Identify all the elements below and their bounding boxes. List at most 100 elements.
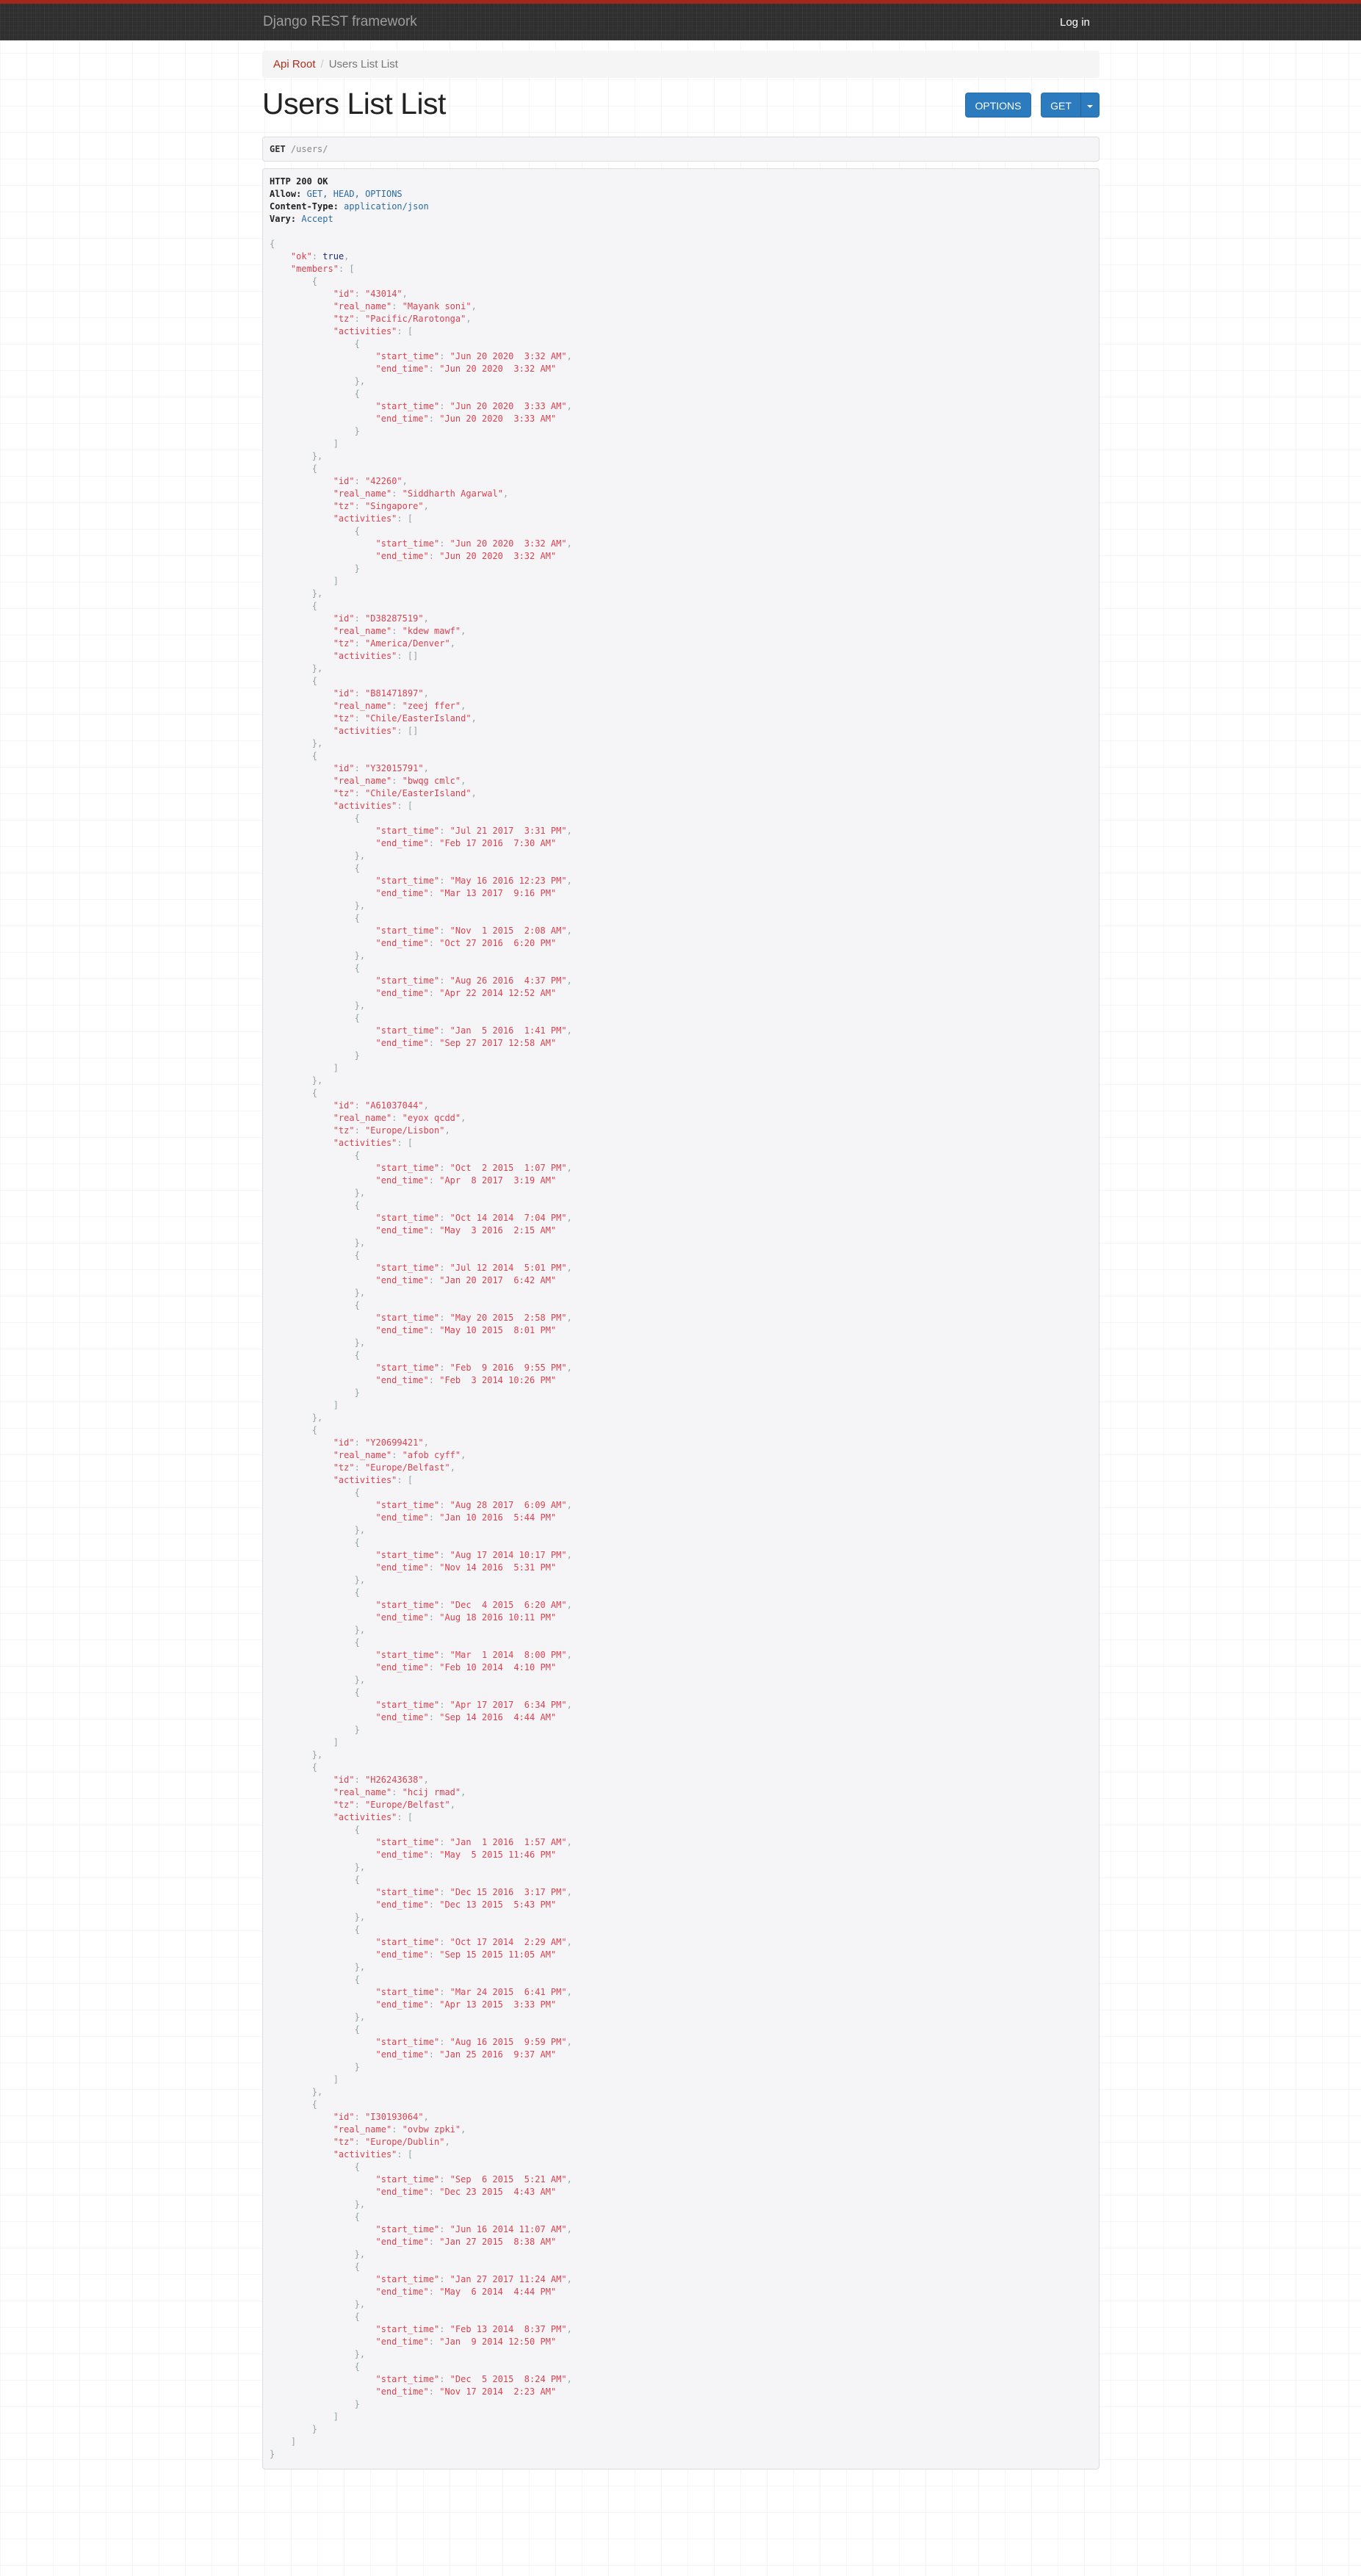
json-punctuation: ,: [566, 1213, 572, 1223]
json-punctuation: :: [428, 838, 440, 848]
json-string-value: "Jan 5 2016 1:41 PM": [450, 1025, 567, 1036]
json-punctuation: :: [428, 1375, 440, 1385]
json-string-text: hcij rmad: [407, 1787, 455, 1797]
json-punctuation: ,: [444, 2137, 450, 2147]
json-punctuation: ,: [359, 2012, 366, 2022]
json-punctuation: ,: [359, 1912, 366, 1922]
json-key: "id": [333, 2112, 355, 2122]
json-string-value: "Sep 15 2015 11:05 AM": [439, 1949, 557, 1960]
json-punctuation: [: [407, 1475, 414, 1485]
json-punctuation: }: [311, 2424, 318, 2434]
options-button[interactable]: OPTIONS: [965, 93, 1031, 118]
json-string-text: Nov 14 2016 5:31 PM: [444, 1562, 551, 1573]
json-punctuation: :: [391, 776, 402, 786]
json-key: "start_time": [375, 1550, 440, 1560]
json-punctuation: {: [354, 913, 360, 923]
json-punctuation: {: [354, 526, 360, 536]
json-string-text: Singapore: [370, 501, 419, 511]
json-string-text: Aug 28 2017 6:09 AM: [455, 1500, 562, 1510]
json-punctuation: :: [354, 476, 366, 486]
json-string-text: D38287519: [370, 613, 419, 624]
header-value: GET, HEAD, OPTIONS: [306, 189, 402, 199]
json-string-text: Aug 18 2016 10:11 PM: [444, 1612, 551, 1623]
json-key: "activities": [333, 1812, 397, 1822]
json-punctuation: ,: [359, 2249, 366, 2259]
json-string-text: Feb 10 2014 4:10 PM: [444, 1662, 551, 1673]
response-status: HTTP 200 OK: [270, 176, 328, 187]
json-punctuation: :: [354, 289, 366, 299]
json-punctuation: :: [354, 688, 366, 699]
json-punctuation: }: [354, 2299, 360, 2309]
json-punctuation: :: [354, 1462, 366, 1473]
json-string-text: Sep 15 2015 11:05 AM: [444, 1949, 551, 1960]
json-punctuation: {: [354, 1300, 360, 1310]
get-button[interactable]: GET: [1041, 93, 1081, 118]
json-string-value: "Jun 20 2020 3:32 AM": [450, 538, 567, 549]
json-key: "end_time": [375, 2287, 429, 2297]
json-punctuation: ,: [444, 1125, 450, 1136]
json-punctuation: :: [397, 1812, 408, 1822]
json-key: "start_time": [375, 876, 440, 886]
json-string-text: Sep 27 2017 12:58 AM: [444, 1038, 551, 1048]
json-string-value: "Oct 17 2014 2:29 AM": [450, 1937, 567, 1947]
json-punctuation: ,: [359, 1288, 366, 1298]
json-punctuation: :: [439, 975, 450, 986]
json-punctuation: {: [311, 601, 318, 611]
json-string-value: "Oct 27 2016 6:20 PM": [439, 938, 557, 948]
json-punctuation: :: [354, 2137, 366, 2147]
json-string-value: "May 20 2015 2:58 PM": [450, 1313, 567, 1323]
breadcrumb-api-root[interactable]: Api Root: [273, 58, 316, 71]
json-punctuation: ,: [471, 713, 477, 724]
json-punctuation: :: [391, 488, 402, 499]
json-punctuation: {: [354, 1150, 360, 1161]
json-punctuation: :: [439, 1600, 450, 1610]
json-key: "activities": [333, 1475, 397, 1485]
json-punctuation: {: [311, 751, 318, 761]
json-punctuation: :: [428, 1562, 440, 1573]
json-key: "end_time": [375, 1275, 429, 1285]
json-string-text: H26243638: [370, 1775, 419, 1785]
json-punctuation: :: [354, 1100, 366, 1111]
json-key: "end_time": [375, 2337, 429, 2347]
json-key: "end_time": [375, 1662, 429, 1673]
json-punctuation: :: [391, 1113, 402, 1123]
json-punctuation: ,: [402, 289, 408, 299]
json-punctuation: ,: [566, 1700, 572, 1710]
json-punctuation: ,: [566, 1550, 572, 1560]
json-string-value: "Feb 13 2014 8:37 PM": [450, 2324, 567, 2334]
json-string-text: May 3 2016 2:15 AM: [444, 1225, 551, 1235]
json-string-value: "Aug 16 2015 9:59 PM": [450, 2037, 567, 2047]
json-punctuation: }: [354, 2062, 360, 2072]
json-punctuation: }: [354, 1725, 360, 1735]
json-punctuation: :: [439, 538, 450, 549]
json-punctuation: ,: [423, 763, 429, 773]
json-punctuation: }: [354, 2199, 360, 2209]
json-string-text: Feb 13 2014 8:37 PM: [455, 2324, 562, 2334]
login-link[interactable]: Log in: [1060, 16, 1090, 29]
brand-link[interactable]: Django REST framework: [263, 14, 417, 30]
json-string-text: A61037044: [370, 1100, 419, 1111]
json-punctuation: }: [354, 1238, 360, 1248]
json-key: "tz": [333, 1125, 355, 1136]
json-key: "real_name": [333, 1450, 392, 1460]
json-punctuation: :: [391, 701, 402, 711]
json-punctuation: :: [439, 1163, 450, 1173]
get-format-dropdown[interactable]: [1080, 93, 1100, 118]
json-punctuation: }: [354, 376, 360, 386]
json-string-text: America/Denver: [370, 638, 445, 649]
json-punctuation: ,: [317, 588, 323, 599]
json-string-text: Mar 24 2015 6:41 PM: [455, 1987, 562, 1997]
json-key: "start_time": [375, 1937, 440, 1947]
json-punctuation: ,: [359, 901, 366, 911]
json-string-value: "Mayank soni": [402, 301, 472, 311]
header-value: application/json: [344, 201, 429, 212]
json-punctuation: {: [311, 1425, 318, 1435]
json-punctuation: :: [391, 301, 402, 311]
json-string-text: Aug 17 2014 10:17 PM: [455, 1550, 562, 1560]
header-name: Content-Type: [270, 201, 333, 212]
json-key: "end_time": [375, 364, 429, 374]
json-string-value: "Europe/Belfast": [365, 1800, 450, 1810]
json-key: "start_time": [375, 2274, 440, 2284]
json-punctuation: ,: [566, 876, 572, 886]
header-colon: :: [290, 214, 297, 224]
